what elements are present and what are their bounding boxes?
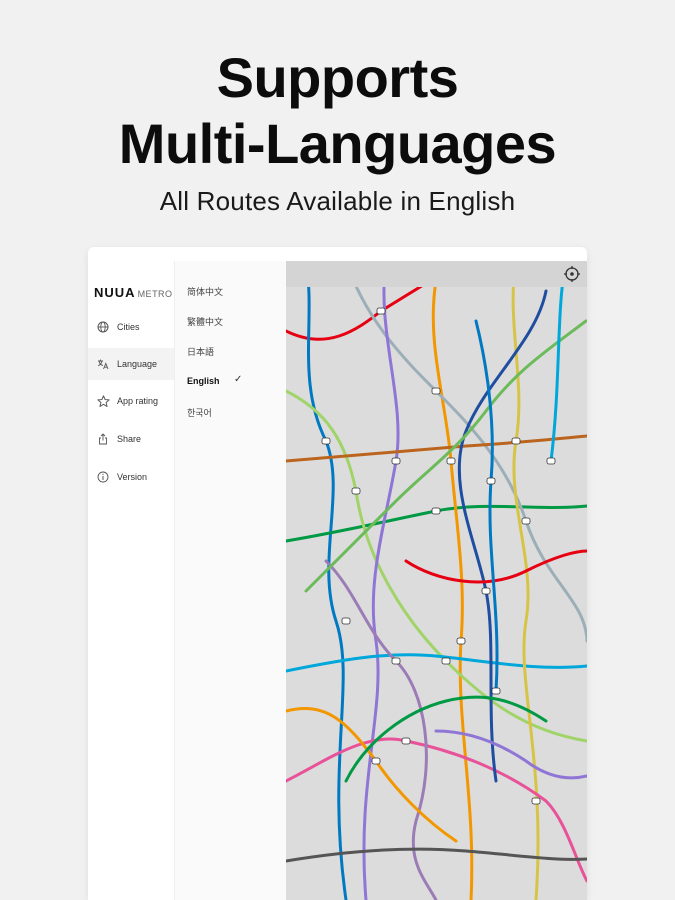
sidebar-item-app-rating[interactable]: App rating [88,385,174,417]
language-option-selected[interactable]: English [187,376,220,386]
device-screen: NUUA METRO Cities Language App rating Sha… [88,247,587,900]
star-icon [96,394,110,408]
sidebar-item-label: Version [117,472,148,482]
station-marker [441,657,451,665]
map-toolbar [286,261,587,287]
station-marker [431,387,441,395]
station-marker [376,307,386,315]
station-marker [481,587,491,595]
sidebar-item-label: Language [117,359,158,369]
metro-line [286,706,458,843]
subtitle: All Routes Available in English [159,186,516,216]
station-marker [391,457,401,465]
station-marker [531,797,541,805]
sidebar-item-label: Cities [117,322,140,332]
metro-map[interactable] [286,261,587,900]
language-panel: 简体中文 繁體中文 日本語 English ✓ 한국어 [174,261,287,900]
metro-line [286,434,587,463]
station-marker [521,517,531,525]
station-marker [486,477,496,485]
metro-line [286,737,587,883]
sidebar-item-label: Share [117,434,142,444]
language-option[interactable]: 简体中文 [187,285,223,298]
translate-icon [96,357,110,371]
station-marker [371,757,381,765]
logo-suffix: METRO [137,289,173,299]
station-marker [491,687,501,695]
crosshair-icon[interactable] [563,265,581,283]
station-marker [456,637,466,645]
sidebar-item-cities[interactable]: Cities [88,311,174,343]
metro-line [286,653,587,673]
metro-line [286,847,587,863]
sidebar-item-label: App rating [117,396,159,406]
metro-line [304,261,348,900]
station-marker [391,657,401,665]
logo-brand: NUUA [94,285,136,300]
language-option[interactable]: 繁體中文 [187,315,223,328]
metro-line [549,261,568,463]
globe-icon [96,320,110,334]
metro-line [431,279,474,900]
station-marker [351,487,361,495]
info-icon [96,470,110,484]
check-icon: ✓ [234,374,243,385]
sidebar-item-version[interactable]: Version [88,461,174,493]
language-option[interactable]: 한국어 [187,406,212,419]
station-marker [546,457,556,465]
metro-line [362,261,400,900]
share-icon [96,432,110,446]
settings-sidebar: NUUA METRO Cities Language App rating Sha… [88,261,174,900]
station-marker [401,737,411,745]
sidebar-item-language[interactable]: Language [88,348,174,380]
metro-line [404,549,587,584]
station-marker [341,617,351,625]
app-logo: NUUA METRO [94,284,173,302]
sidebar-item-share[interactable]: Share [88,423,174,455]
headline-line-1: Supports [216,46,459,109]
headline-line-2: Multi-Languages [118,112,557,175]
language-option[interactable]: 日本語 [187,345,214,358]
station-marker [511,437,521,445]
station-marker [321,437,331,445]
station-marker [431,507,441,515]
station-marker [446,457,456,465]
metro-map-lines [286,261,587,900]
